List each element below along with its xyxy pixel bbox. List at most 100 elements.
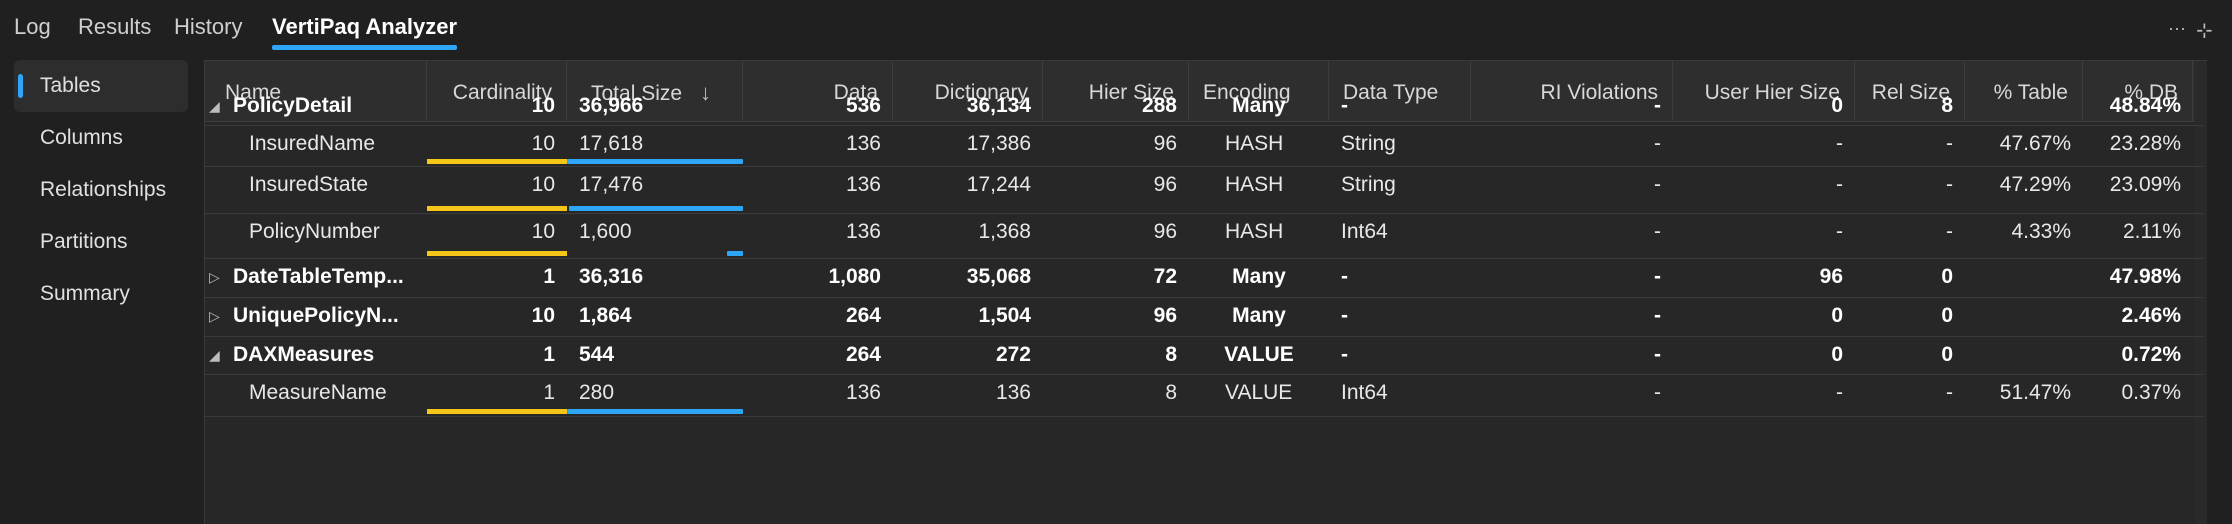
cell-user-hier-size: 96 xyxy=(1819,265,1843,288)
cell-name: DAXMeasures xyxy=(233,343,375,366)
cell-data-type: - xyxy=(1341,94,1348,117)
column-row[interactable]: InsuredName 10 17,618 136 17,386 96 HASH String… xyxy=(205,125,2203,167)
cell-rel-size: 0 xyxy=(1941,304,1953,327)
sidebar-item-summary[interactable]: Summary xyxy=(14,268,188,320)
column-row[interactable]: InsuredState 10 17,476 136 17,244 96 HASH Strin… xyxy=(205,166,2203,214)
cell-data: 136 xyxy=(845,381,881,404)
cell-dictionary: 35,068 xyxy=(966,265,1031,288)
column-row[interactable]: PolicyNumber 10 1,600 136 1,368 96 HASH Int64 - -… xyxy=(205,213,2203,259)
cell-pct-db: 48.84% xyxy=(2109,94,2181,117)
cell-data: 136 xyxy=(845,132,881,155)
cell-total-size: 17,618 xyxy=(579,132,644,155)
cell-pct-db: 2.11% xyxy=(2123,220,2181,243)
tab-history[interactable]: History xyxy=(174,14,242,40)
cell-name: UniquePolicyN... xyxy=(233,304,399,327)
column-row[interactable]: MeasureName 1 280 136 136 8 VALUE Int64 - - - 51.47… xyxy=(205,374,2203,417)
table-row[interactable]: DAXMeasures 1 544 264 272 8 VALUE - - 0 0 0.72% ◢ xyxy=(205,336,2203,375)
cell-rel-size: 8 xyxy=(1941,94,1953,117)
expand-icon[interactable]: ▷ xyxy=(209,258,220,296)
cell-total-size: 1,600 xyxy=(579,220,632,243)
cell-pct-db: 23.09% xyxy=(2109,173,2181,196)
tab-vertipaq-analyzer-label: VertiPaq Analyzer xyxy=(272,14,458,39)
cell-data: 136 xyxy=(845,173,881,196)
cell-data: 264 xyxy=(845,304,881,327)
cell-dictionary: 17,244 xyxy=(966,173,1031,196)
cell-ri-violations: - xyxy=(1654,173,1661,196)
cell-encoding: HASH xyxy=(1225,173,1284,196)
cardinality-bar xyxy=(427,251,567,256)
tab-vertipaq-analyzer[interactable]: VertiPaq Analyzer xyxy=(272,14,458,50)
cell-user-hier-size: - xyxy=(1836,220,1843,243)
collapse-icon[interactable]: ◢ xyxy=(209,336,220,374)
tab-log[interactable]: Log xyxy=(14,14,51,40)
cell-dictionary: 1,368 xyxy=(978,220,1031,243)
table-row[interactable]: UniquePolicyN... 10 1,864 264 1,504 96 Many - - 0… xyxy=(205,297,2203,337)
pin-icon[interactable]: ⊹ xyxy=(2196,18,2213,43)
cell-dictionary: 1,504 xyxy=(978,304,1031,327)
cell-pct-table: 51.47% xyxy=(1999,381,2071,404)
cell-user-hier-size: 0 xyxy=(1831,304,1843,327)
vertipaq-analyzer-panel: Log Results History VertiPaq Analyzer ··… xyxy=(0,0,2232,524)
cell-total-size: 1,864 xyxy=(579,304,632,327)
total-size-bar xyxy=(567,409,743,414)
sidebar-item-relationships[interactable]: Relationships xyxy=(14,164,188,216)
cell-ri-violations: - xyxy=(1654,132,1661,155)
sidebar: Tables Columns Relationships Partitions … xyxy=(14,60,188,320)
cell-cardinality: 1 xyxy=(543,381,555,404)
cell-hier-size: 96 xyxy=(1153,173,1177,196)
cell-data: 536 xyxy=(845,94,881,117)
sidebar-item-label: Partitions xyxy=(40,230,128,253)
sidebar-item-columns[interactable]: Columns xyxy=(14,112,188,164)
cell-rel-size: - xyxy=(1946,173,1953,196)
cardinality-bar xyxy=(427,206,567,211)
cell-data: 136 xyxy=(845,220,881,243)
cell-data: 264 xyxy=(845,343,881,366)
table-row[interactable]: PolicyDetail 10 36,966 536 36,134 288 Many - - 0 8… xyxy=(205,87,2203,126)
cell-cardinality: 1 xyxy=(543,265,555,288)
cell-hier-size: 72 xyxy=(1153,265,1177,288)
cell-hier-size: 96 xyxy=(1153,220,1177,243)
cell-total-size: 17,476 xyxy=(579,173,644,196)
cell-cardinality: 1 xyxy=(543,343,555,366)
tab-bar: Log Results History VertiPaq Analyzer ··… xyxy=(0,0,2232,56)
cell-dictionary: 136 xyxy=(995,381,1031,404)
cell-encoding: VALUE xyxy=(1224,343,1294,366)
cell-encoding: Many xyxy=(1232,94,1286,117)
collapse-icon[interactable]: ◢ xyxy=(209,87,220,125)
cell-name: InsuredName xyxy=(249,132,376,155)
cell-user-hier-size: 0 xyxy=(1831,343,1843,366)
more-options-icon[interactable]: ··· xyxy=(2168,18,2186,39)
cell-name: PolicyNumber xyxy=(249,220,380,243)
sidebar-item-partitions[interactable]: Partitions xyxy=(14,216,188,268)
cell-rel-size: - xyxy=(1946,381,1953,404)
cell-pct-db: 0.37% xyxy=(2121,381,2181,404)
sidebar-item-label: Tables xyxy=(40,74,101,97)
cell-data-type: Int64 xyxy=(1341,220,1388,243)
cell-pct-table: 47.29% xyxy=(1999,173,2071,196)
cell-dictionary: 17,386 xyxy=(966,132,1031,155)
tab-results[interactable]: Results xyxy=(78,14,151,40)
cell-user-hier-size: 0 xyxy=(1831,94,1843,117)
cell-user-hier-size: - xyxy=(1836,381,1843,404)
table-row[interactable]: DateTableTemp... 1 36,316 1,080 35,068 72 Many… xyxy=(205,258,2203,298)
cell-cardinality: 10 xyxy=(531,220,555,243)
cell-name: MeasureName xyxy=(249,381,387,404)
cell-pct-table xyxy=(1965,258,2083,296)
cell-encoding: Many xyxy=(1232,265,1286,288)
selected-indicator xyxy=(18,74,23,98)
cell-ri-violations: - xyxy=(1654,304,1661,327)
cell-encoding: HASH xyxy=(1225,220,1284,243)
total-size-bar xyxy=(727,251,743,256)
cell-hier-size: 8 xyxy=(1165,343,1177,366)
cell-encoding: Many xyxy=(1232,304,1286,327)
sidebar-item-tables[interactable]: Tables xyxy=(14,60,188,112)
cell-ri-violations: - xyxy=(1654,381,1661,404)
sidebar-item-label: Summary xyxy=(40,282,130,305)
cell-pct-table: 47.67% xyxy=(1999,132,2071,155)
cell-hier-size: 8 xyxy=(1165,381,1177,404)
sidebar-item-label: Columns xyxy=(40,126,123,149)
cardinality-bar xyxy=(427,159,567,164)
expand-icon[interactable]: ▷ xyxy=(209,297,220,335)
cell-pct-db: 47.98% xyxy=(2109,265,2181,288)
cell-data-type: Int64 xyxy=(1341,381,1388,404)
